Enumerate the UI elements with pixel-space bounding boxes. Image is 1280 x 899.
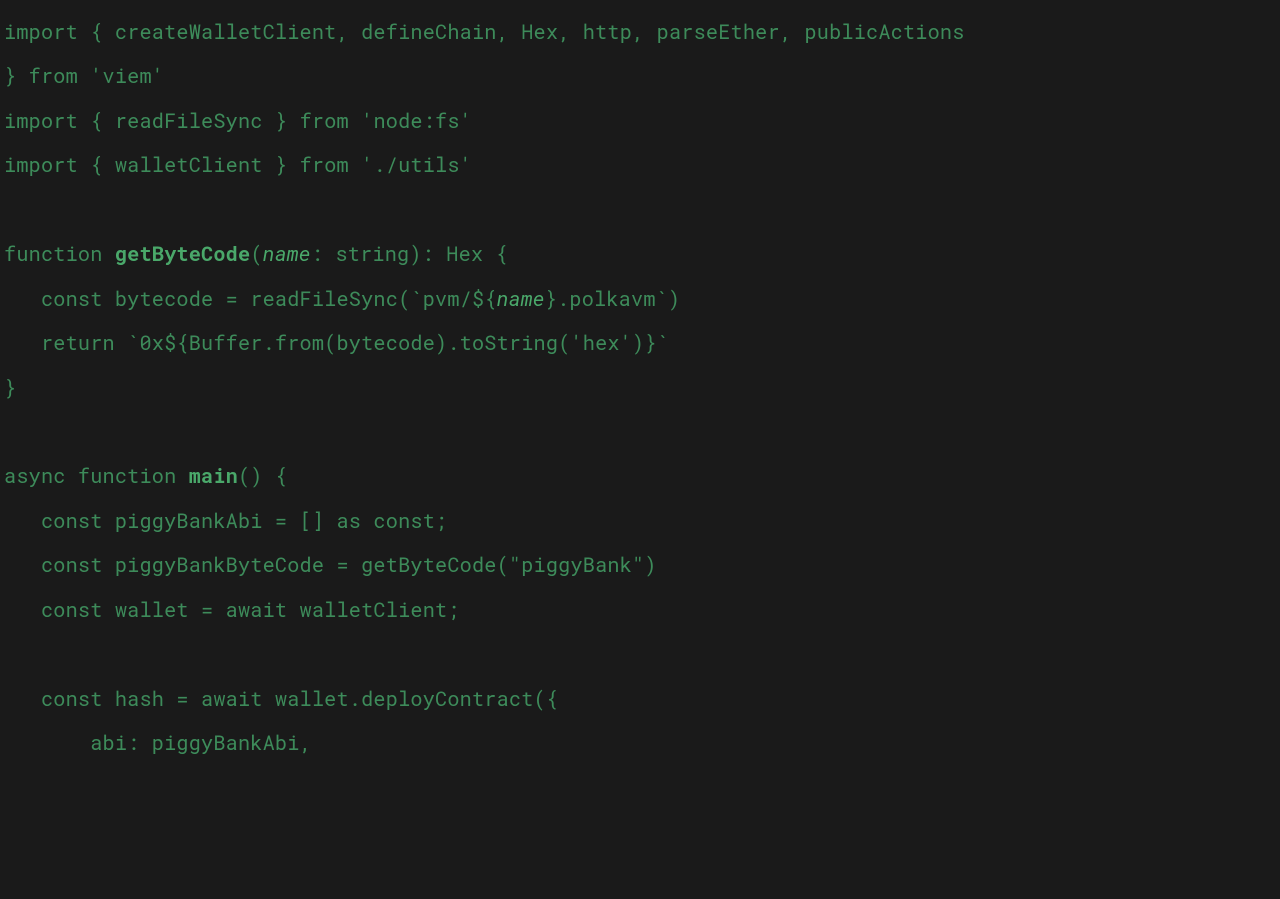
code-token: const bytecode = readFileSync(`pvm/${	[4, 286, 497, 312]
code-token: () {	[238, 463, 287, 489]
code-token: getByteCode	[115, 241, 250, 267]
code-token: }	[4, 63, 29, 89]
code-token: import { readFileSync }	[4, 108, 300, 134]
code-token: : string): Hex {	[311, 241, 508, 267]
code-token: async function	[4, 463, 189, 489]
code-token: abi: piggyBankAbi,	[4, 730, 312, 756]
code-token: name	[263, 241, 311, 267]
code-block: import { createWalletClient, defineChain…	[0, 0, 1280, 775]
code-token: const wallet = await walletClient;	[4, 597, 460, 623]
code-token: import { walletClient }	[4, 152, 300, 178]
code-token	[349, 152, 361, 178]
code-token: from	[300, 152, 349, 178]
code-token	[78, 63, 90, 89]
code-token: const piggyBankByteCode = getByteCode("p…	[4, 552, 657, 578]
code-token: const piggyBankAbi = [] as const;	[4, 508, 447, 534]
code-token: function	[4, 241, 115, 267]
code-token: 'viem'	[90, 63, 164, 89]
code-token: './utils'	[361, 152, 472, 178]
code-token: 'node:fs'	[361, 108, 472, 134]
code-token: const hash = await wallet.deployContract…	[4, 686, 558, 712]
code-token: from	[300, 108, 349, 134]
code-token: from	[29, 63, 78, 89]
code-token: (	[250, 241, 262, 267]
code-token: return `0x${Buffer.from(bytecode).toStri…	[4, 330, 669, 356]
code-token: import { createWalletClient, defineChain…	[4, 19, 965, 45]
code-token: name	[497, 286, 545, 312]
code-token: main	[189, 463, 238, 489]
code-token: }	[4, 375, 16, 401]
code-token: }.polkavm`)	[545, 286, 680, 312]
code-token	[349, 108, 361, 134]
